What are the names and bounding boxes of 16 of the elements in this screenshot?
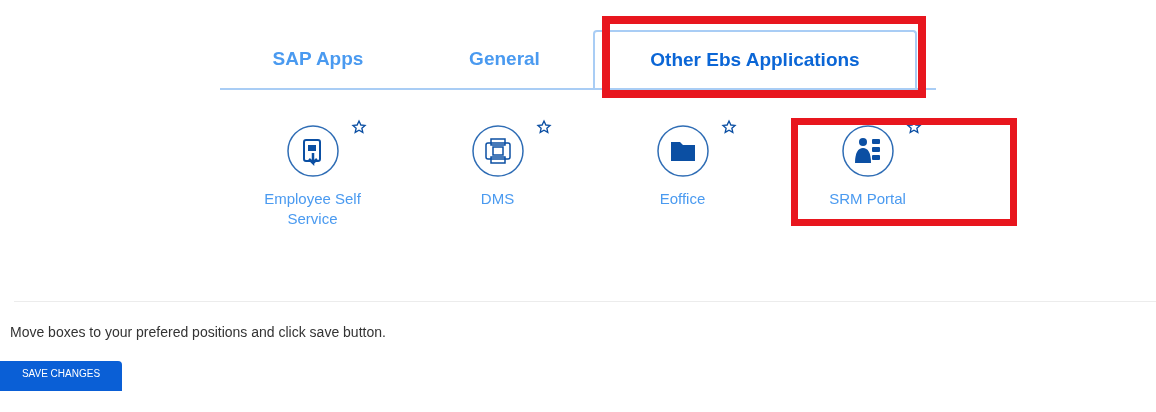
- app-label[interactable]: Eoffice: [622, 189, 743, 209]
- tab[interactable]: Other Ebs Applications: [593, 30, 917, 88]
- tab[interactable]: General: [416, 30, 593, 88]
- app-icon[interactable]: [656, 125, 709, 177]
- app-icon[interactable]: [841, 125, 894, 177]
- hint-text: Move boxes to your prefered positions and click save button.: [10, 323, 387, 342]
- star-icon[interactable]: [720, 119, 737, 135]
- app-label[interactable]: Employee Self Service: [252, 189, 373, 229]
- star-icon[interactable]: [350, 119, 367, 135]
- save-button[interactable]: SAVE CHANGES: [0, 361, 122, 391]
- tab[interactable]: SAP Apps: [220, 30, 416, 88]
- app-icon[interactable]: [286, 125, 339, 177]
- app-icon[interactable]: [471, 125, 524, 177]
- app-label[interactable]: SRM Portal: [807, 189, 928, 209]
- app-label[interactable]: DMS: [437, 189, 558, 209]
- star-icon[interactable]: [535, 119, 552, 135]
